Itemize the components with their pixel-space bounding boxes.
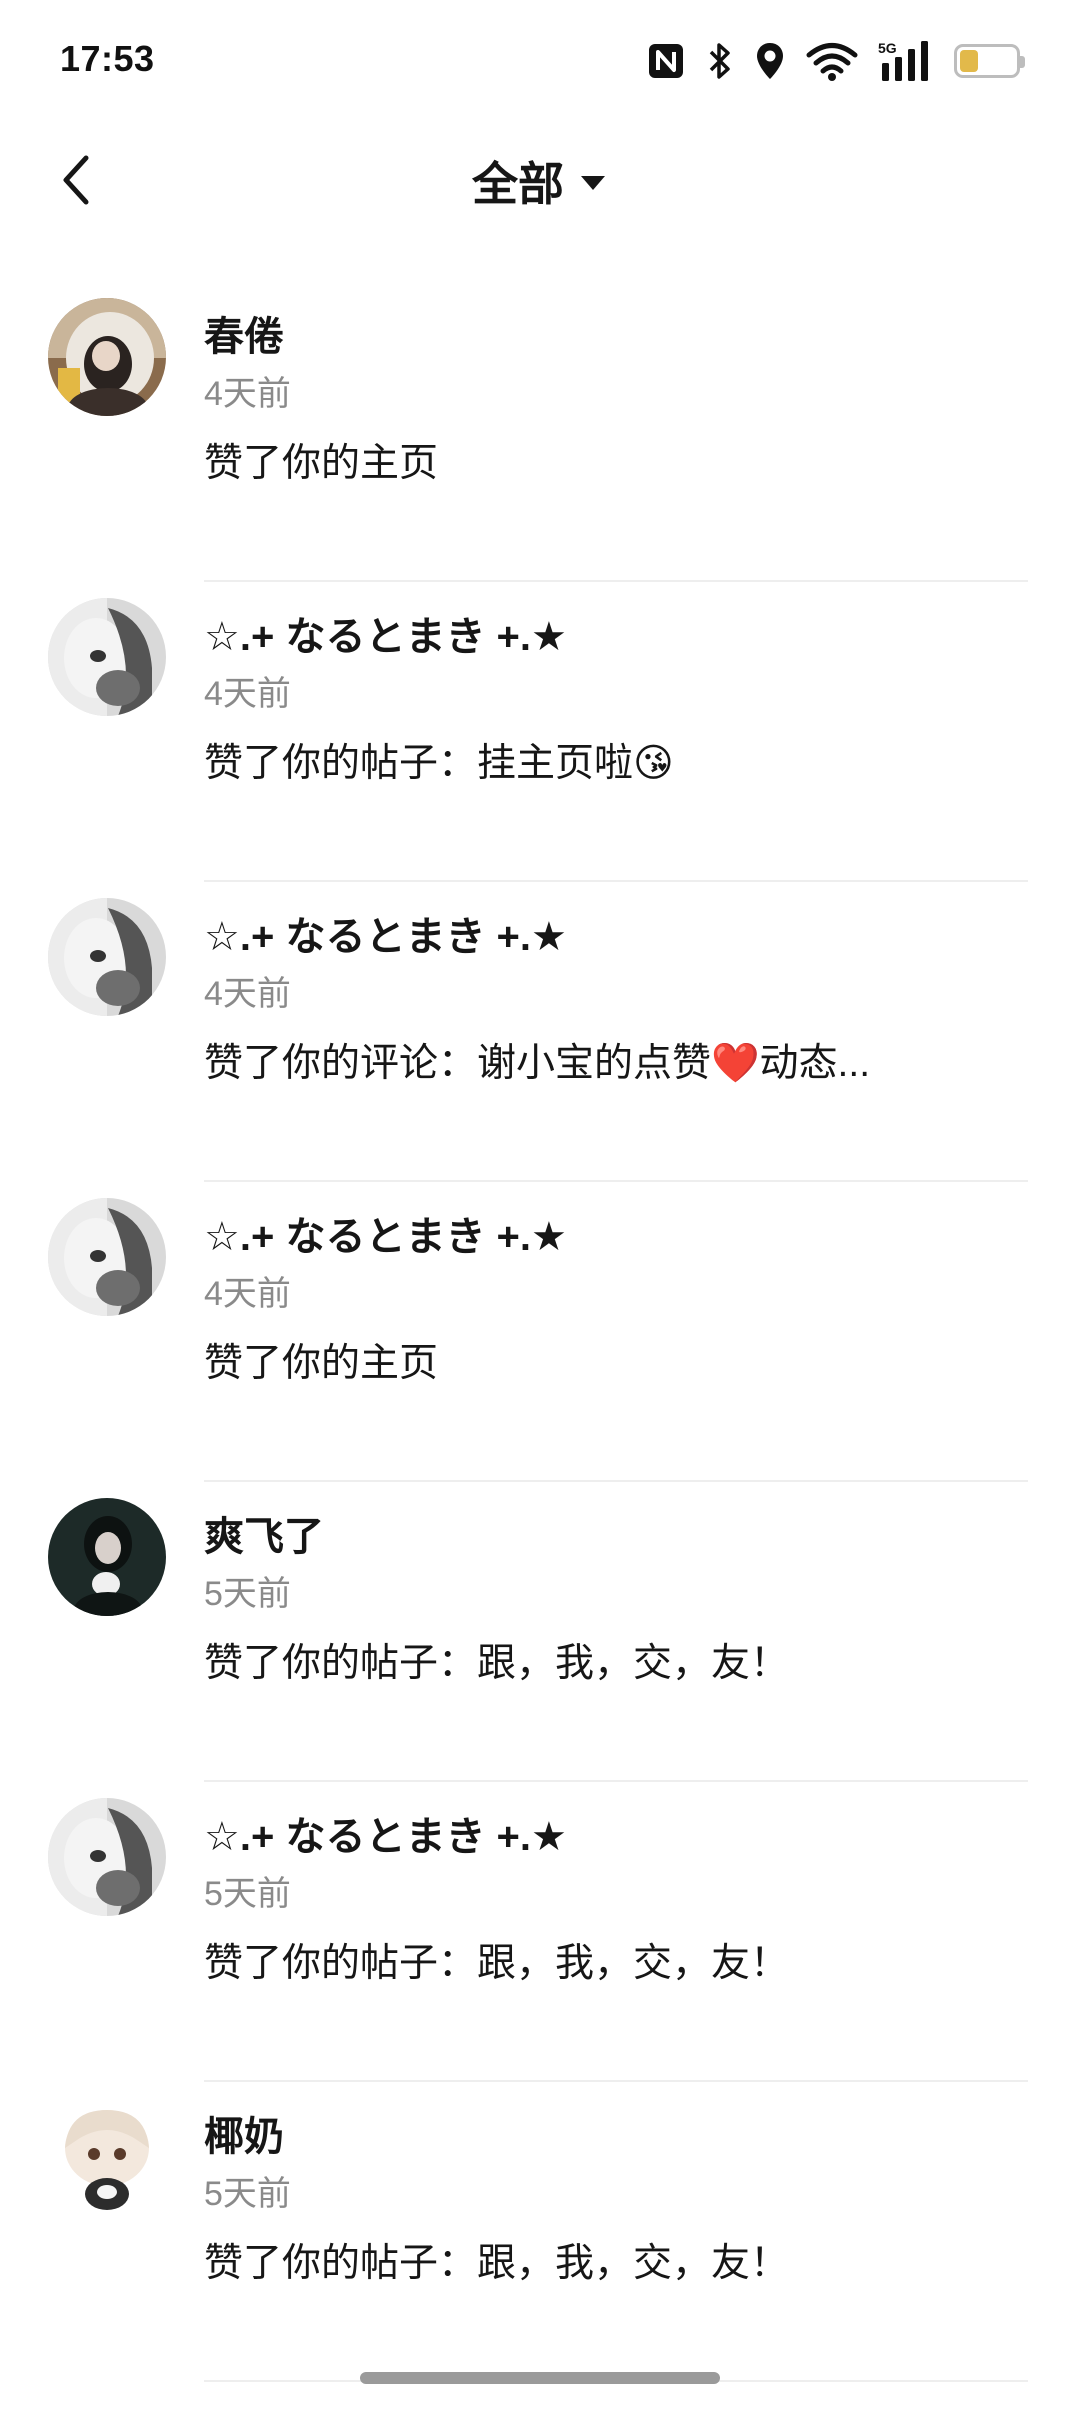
timestamp: 5天前 xyxy=(204,2175,291,2213)
list-item[interactable]: 椰奶 5天前 赞了你的帖子：跟，我，交，友！ xyxy=(0,2082,1080,2382)
list-item[interactable]: 爽飞了 5天前 赞了你的帖子：跟，我，交，友！ xyxy=(0,1482,1080,1782)
avatar[interactable] xyxy=(48,298,166,416)
notification-text[interactable]: 赞了你的评论：谢小宝的点赞❤️动态... xyxy=(204,1032,870,1088)
user-name[interactable]: ☆.+ なるとまき +.★ xyxy=(204,1204,567,1262)
svg-text:5G: 5G xyxy=(878,40,897,56)
timestamp: 5天前 xyxy=(204,1575,291,1613)
timestamp: 4天前 xyxy=(204,675,291,713)
notification-text[interactable]: 赞了你的帖子：跟，我，交，友！ xyxy=(204,2232,789,2288)
avatar[interactable] xyxy=(48,1798,166,1916)
notification-text[interactable]: 赞了你的主页 xyxy=(204,432,438,488)
battery-icon: 8 xyxy=(954,44,1025,78)
location-icon xyxy=(754,40,786,82)
user-name[interactable]: ☆.+ なるとまき +.★ xyxy=(204,904,567,962)
home-indicator[interactable] xyxy=(360,2372,720,2384)
caret-down-icon xyxy=(578,169,608,193)
avatar[interactable] xyxy=(48,898,166,1016)
notification-list: 春倦 4天前 赞了你的主页 ☆.+ なるとまき +.★ 4天前 赞了你的帖子：挂… xyxy=(0,282,1080,2382)
user-name[interactable]: 椰奶 xyxy=(204,2104,284,2162)
status-icons: 5G 8 xyxy=(646,36,1025,86)
list-item[interactable]: 春倦 4天前 赞了你的主页 xyxy=(0,282,1080,582)
avatar[interactable] xyxy=(48,598,166,716)
timestamp: 4天前 xyxy=(204,975,291,1013)
timestamp: 4天前 xyxy=(204,1275,291,1313)
header: 全部 xyxy=(0,130,1080,230)
battery-level: 8 xyxy=(980,48,994,73)
list-item[interactable]: ☆.+ なるとまき +.★ 4天前 赞了你的主页 xyxy=(0,1182,1080,1482)
avatar[interactable] xyxy=(48,2098,166,2216)
bluetooth-icon xyxy=(706,40,734,82)
status-time: 17:53 xyxy=(60,38,155,79)
signal-5g-icon: 5G xyxy=(878,39,934,83)
user-name[interactable]: 爽飞了 xyxy=(204,1504,324,1562)
notification-text[interactable]: 赞了你的主页 xyxy=(204,1332,438,1388)
notification-text[interactable]: 赞了你的帖子：跟，我，交，友！ xyxy=(204,1932,789,1988)
avatar[interactable] xyxy=(48,1198,166,1316)
page-title: 全部 xyxy=(472,158,564,210)
list-item[interactable]: ☆.+ なるとまき +.★ 5天前 赞了你的帖子：跟，我，交，友！ xyxy=(0,1782,1080,2082)
list-item[interactable]: ☆.+ なるとまき +.★ 4天前 赞了你的评论：谢小宝的点赞❤️动态... xyxy=(0,882,1080,1182)
notification-text[interactable]: 赞了你的帖子：跟，我，交，友！ xyxy=(204,1632,789,1688)
user-name[interactable]: ☆.+ なるとまき +.★ xyxy=(204,1804,567,1862)
wifi-icon xyxy=(806,40,858,82)
user-name[interactable]: ☆.+ なるとまき +.★ xyxy=(204,604,567,662)
user-name[interactable]: 春倦 xyxy=(204,304,284,362)
avatar[interactable] xyxy=(48,1498,166,1616)
nfc-icon xyxy=(646,41,686,81)
timestamp: 4天前 xyxy=(204,375,291,413)
filter-dropdown[interactable]: 全部 xyxy=(0,148,1080,214)
status-bar: 17:53 5G 8 xyxy=(0,0,1080,120)
notification-text[interactable]: 赞了你的帖子：挂主页啦😘 xyxy=(204,732,674,788)
timestamp: 5天前 xyxy=(204,1875,291,1913)
list-item[interactable]: ☆.+ なるとまき +.★ 4天前 赞了你的帖子：挂主页啦😘 xyxy=(0,582,1080,882)
